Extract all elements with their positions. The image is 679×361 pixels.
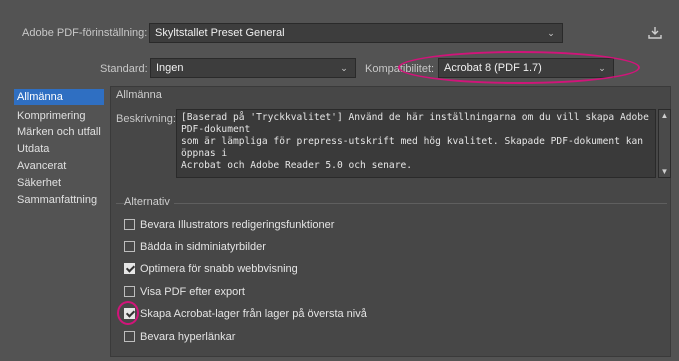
checkbox[interactable] [124,241,135,252]
checkbox[interactable] [124,331,135,342]
chevron-down-icon: ⌄ [340,63,348,73]
options-title: Alternativ [124,196,174,208]
sidebar-item-komprimering[interactable]: Komprimering [14,108,104,124]
preset-dropdown[interactable]: Skyltstallet Preset General ⌄ [149,23,563,43]
description-text[interactable]: [Baserad på 'Tryckkvalitet'] Använd de h… [176,109,656,178]
preset-label: Adobe PDF-förinställning: [22,27,148,39]
standard-dropdown[interactable]: Ingen ⌄ [150,58,356,78]
option-label: Bevara Illustrators redigeringsfunktione… [140,219,335,231]
scroll-down-icon[interactable]: ▼ [659,167,670,176]
option-label: Bevara hyperlänkar [140,331,236,343]
annotation-circle [398,51,640,84]
checkbox[interactable] [124,286,135,297]
option-label: Visa PDF efter export [140,286,245,298]
annotation-circle [117,301,139,325]
standard-label: Standard: [100,63,148,75]
checkbox[interactable] [124,219,135,230]
description-scrollbar[interactable]: ▲ ▼ [658,109,671,178]
option-label: Skapa Acrobat-lager från lager på överst… [140,308,367,320]
sidebar-item-allmanna[interactable]: Allmänna [14,89,104,105]
sidebar-item-sammanfattning[interactable]: Sammanfattning [14,192,104,208]
option-label: Optimera för snabb webbvisning [140,263,298,275]
chevron-down-icon: ⌄ [547,28,555,38]
description-label: Beskrivning: [116,113,176,125]
standard-value: Ingen [156,62,184,74]
sidebar-item-sakerhet[interactable]: Säkerhet [14,175,104,191]
checkbox-checked[interactable] [124,263,135,274]
scroll-up-icon[interactable]: ▲ [659,111,670,120]
sidebar-item-utdata[interactable]: Utdata [14,141,104,157]
preset-value: Skyltstallet Preset General [155,27,285,39]
section-title: Allmänna [116,89,162,101]
save-preset-icon[interactable] [647,26,663,40]
sidebar-item-marken-och-utfall[interactable]: Märken och utfall [14,124,104,140]
sidebar-item-avancerat[interactable]: Avancerat [14,158,104,174]
option-label: Bädda in sidminiatyrbilder [140,241,266,253]
